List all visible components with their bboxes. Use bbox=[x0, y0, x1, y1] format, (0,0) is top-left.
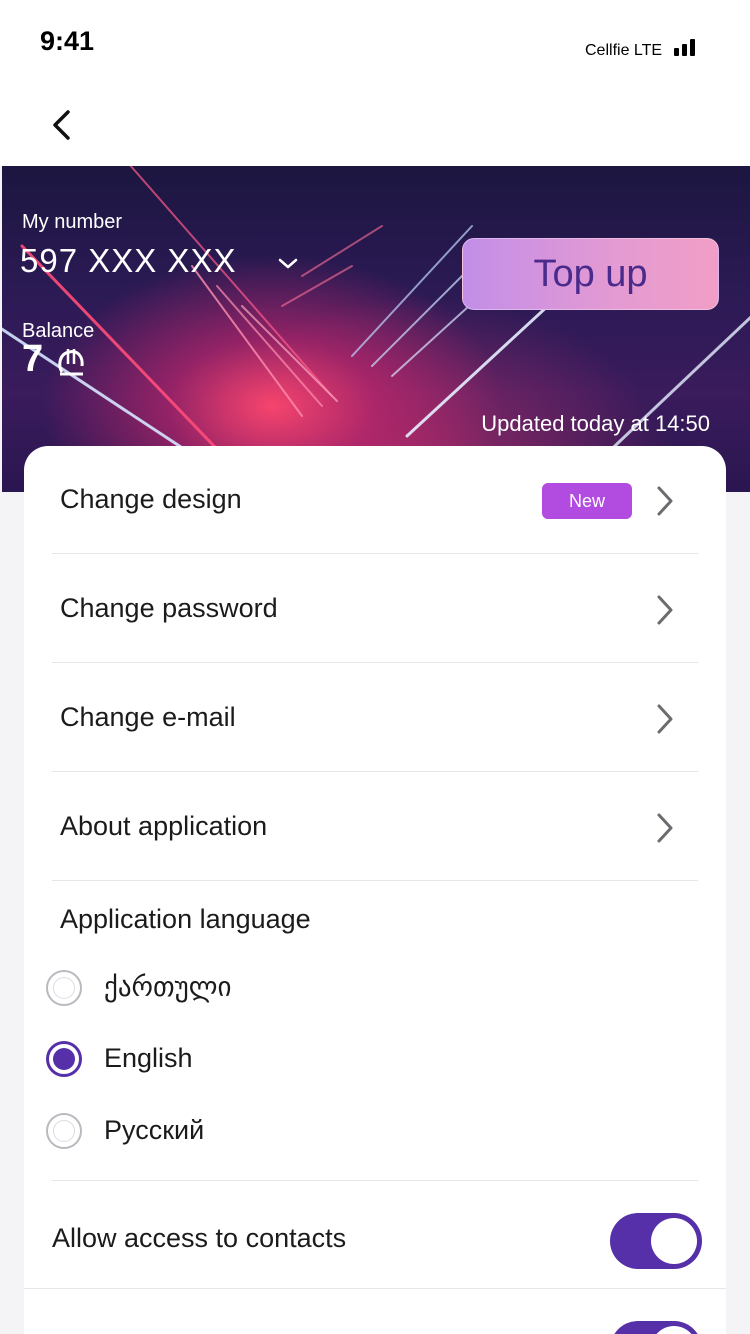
divider bbox=[52, 553, 698, 554]
language-option-russian[interactable]: Русский bbox=[44, 1107, 444, 1157]
language-option-english[interactable]: English bbox=[44, 1035, 444, 1085]
radio-button-selected[interactable] bbox=[46, 1041, 82, 1077]
chevron-right-icon bbox=[657, 595, 673, 625]
account-header: My number 597 XXX XXX Balance 7 Top up U… bbox=[2, 166, 750, 492]
status-carrier: Cellfie LTE bbox=[585, 42, 663, 59]
change-email-row[interactable]: Change e-mail bbox=[52, 664, 698, 772]
phone-number[interactable]: 597 XXX XXX bbox=[20, 242, 236, 280]
status-bar: 9:41 Cellfie LTE bbox=[0, 0, 750, 90]
signal-icon bbox=[674, 38, 696, 56]
divider bbox=[52, 771, 698, 772]
chevron-right-icon bbox=[657, 704, 673, 734]
menu-item-label: Change design bbox=[60, 484, 242, 514]
radio-button[interactable] bbox=[46, 1113, 82, 1149]
chevron-down-icon bbox=[278, 258, 298, 269]
balance-value: 7 bbox=[22, 338, 44, 380]
language-label: Русский bbox=[104, 1115, 205, 1145]
toggle-label: Allow access to contacts bbox=[52, 1223, 347, 1253]
back-button[interactable] bbox=[38, 102, 88, 152]
settings-screen: 9:41 Cellfie LTE My number 597 XXX XXX B… bbox=[0, 0, 750, 1334]
language-label: ქართული bbox=[104, 972, 232, 1002]
change-password-row[interactable]: Change password bbox=[52, 555, 698, 663]
lari-icon bbox=[58, 349, 84, 376]
status-time: 9:41 bbox=[40, 26, 95, 56]
updated-timestamp: Updated today at 14:50 bbox=[481, 411, 710, 436]
topup-button[interactable]: Top up bbox=[462, 238, 719, 310]
language-option-georgian[interactable]: ქართული bbox=[44, 964, 444, 1014]
notifications-toggle[interactable] bbox=[610, 1321, 702, 1334]
toggle-knob bbox=[651, 1326, 697, 1334]
chevron-right-icon bbox=[657, 813, 673, 843]
divider bbox=[52, 880, 698, 881]
chevron-right-icon bbox=[657, 486, 673, 516]
radio-button[interactable] bbox=[46, 970, 82, 1006]
about-application-row[interactable]: About application bbox=[52, 773, 698, 881]
notifications-row bbox=[24, 1289, 726, 1334]
menu-item-label: Change password bbox=[60, 593, 278, 623]
my-number-label: My number bbox=[22, 211, 123, 233]
toggle-knob bbox=[651, 1218, 697, 1264]
new-badge: New bbox=[542, 483, 632, 519]
menu-item-label: About application bbox=[60, 811, 268, 841]
contacts-access-toggle[interactable] bbox=[610, 1213, 702, 1269]
number-selector-button[interactable] bbox=[275, 254, 301, 274]
chevron-left-icon bbox=[53, 110, 70, 140]
menu-item-label: Change e-mail bbox=[60, 702, 236, 732]
divider bbox=[52, 662, 698, 663]
language-label: English bbox=[104, 1043, 193, 1073]
language-section-title: Application language bbox=[60, 904, 311, 934]
contacts-access-row: Allow access to contacts bbox=[24, 1181, 726, 1291]
change-design-row[interactable]: Change design New bbox=[52, 446, 698, 554]
nav-bar bbox=[0, 90, 750, 166]
settings-card: Change design New Change password Change… bbox=[24, 446, 726, 1334]
